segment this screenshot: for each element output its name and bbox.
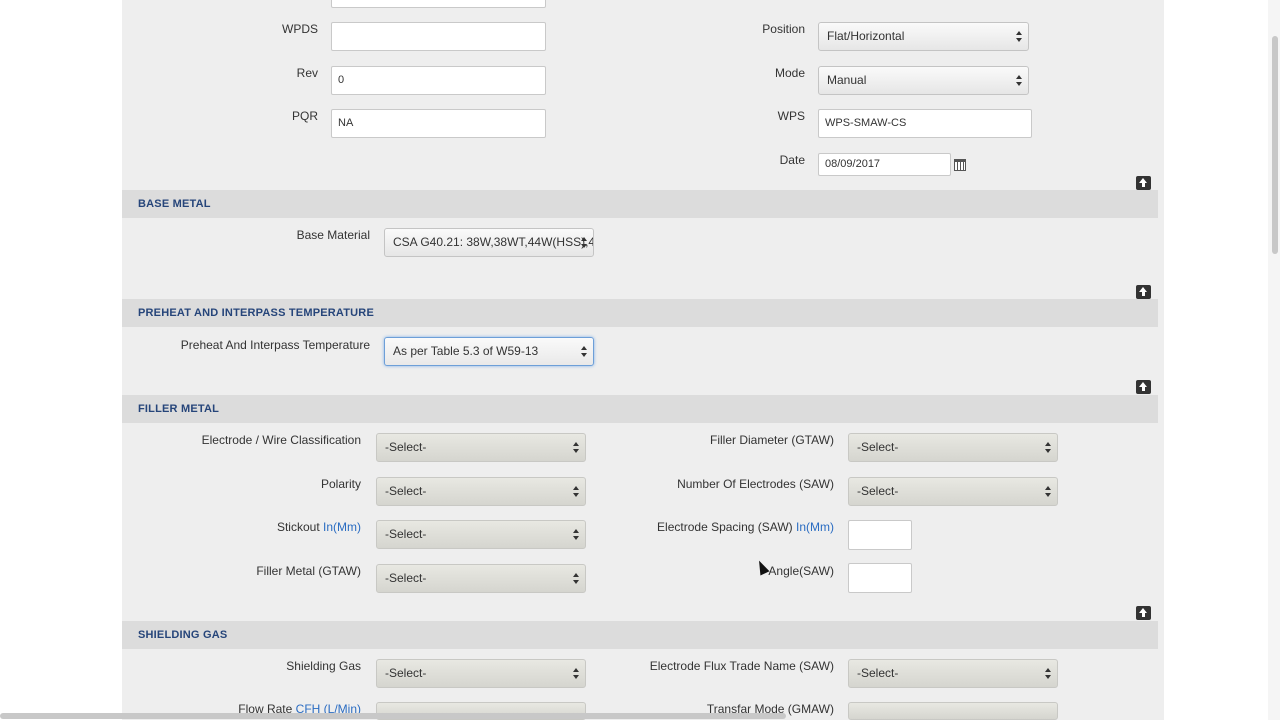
vertical-scroll-thumb[interactable] xyxy=(1272,36,1278,254)
select-arrows-icon xyxy=(1016,31,1022,43)
arrow-up-icon[interactable] xyxy=(1136,285,1151,299)
select-arrows-icon xyxy=(1045,442,1051,454)
mode-select[interactable]: Manual xyxy=(818,66,1029,95)
select-arrows-icon xyxy=(573,529,579,541)
page: WPDS Rev 0 PQR NA Position Flat/Horizont… xyxy=(0,0,1280,720)
filler-gtaw-label: Filler Metal (GTAW) xyxy=(256,564,361,578)
horizontal-scroll-thumb[interactable] xyxy=(0,713,786,719)
shielding-gas-select[interactable]: -Select- xyxy=(376,659,586,688)
num-electrodes-value: -Select- xyxy=(857,484,899,498)
num-electrodes-label: Number Of Electrodes (SAW) xyxy=(677,477,834,491)
shielding-gas-value: -Select- xyxy=(385,666,427,680)
transfer-mode-select[interactable] xyxy=(848,702,1058,720)
wpds-label: WPDS xyxy=(282,22,318,36)
section-shielding-gas: SHIELDING GAS xyxy=(122,621,1158,649)
angle-input[interactable] xyxy=(848,563,912,593)
base-material-select[interactable]: CSA G40.21: 38W,38WT,44W(HSS),44 xyxy=(384,228,594,257)
panel-edge xyxy=(1158,0,1164,720)
flux-value: -Select- xyxy=(857,666,899,680)
select-arrows-icon xyxy=(573,573,579,585)
notes-textarea[interactable] xyxy=(331,0,546,8)
filler-diameter-select[interactable]: -Select- xyxy=(848,433,1058,462)
rev-label: Rev xyxy=(296,66,318,80)
section-title: BASE METAL xyxy=(138,198,211,210)
arrow-up-icon[interactable] xyxy=(1136,380,1151,394)
preheat-select[interactable]: As per Table 5.3 of W59-13 xyxy=(384,337,594,366)
select-arrows-icon xyxy=(581,346,587,358)
select-arrows-icon xyxy=(573,668,579,680)
base-material-label: Base Material xyxy=(296,228,370,242)
position-value: Flat/Horizontal xyxy=(827,29,905,43)
section-filler-metal: FILLER METAL xyxy=(122,395,1158,423)
form-panel xyxy=(122,0,1158,720)
filler-diameter-value: -Select- xyxy=(857,440,899,454)
preheat-label: Preheat And Interpass Temperature xyxy=(180,338,370,352)
filler-diameter-label: Filler Diameter (GTAW) xyxy=(710,433,834,447)
flux-select[interactable]: -Select- xyxy=(848,659,1058,688)
section-title: FILLER METAL xyxy=(138,403,220,415)
electrode-select[interactable]: -Select- xyxy=(376,433,586,462)
electrode-spacing-label: Electrode Spacing (SAW) In(Mm) xyxy=(657,520,834,534)
section-title: PREHEAT AND INTERPASS TEMPERATURE xyxy=(138,307,374,319)
section-preheat: PREHEAT AND INTERPASS TEMPERATURE xyxy=(122,299,1158,327)
electrode-value: -Select- xyxy=(385,440,427,454)
arrow-up-icon[interactable] xyxy=(1136,176,1151,190)
date-input[interactable]: 08/09/2017 xyxy=(818,153,951,176)
select-arrows-icon xyxy=(1045,486,1051,498)
select-arrows-icon xyxy=(1045,668,1051,680)
electrode-spacing-label-text: Electrode Spacing (SAW) xyxy=(657,520,793,534)
polarity-value: -Select- xyxy=(385,484,427,498)
arrow-up-icon[interactable] xyxy=(1136,606,1151,620)
select-arrows-icon xyxy=(581,237,587,249)
calendar-icon[interactable] xyxy=(954,159,966,171)
filler-gtaw-select[interactable]: -Select- xyxy=(376,564,586,593)
filler-gtaw-value: -Select- xyxy=(385,571,427,585)
base-material-value: CSA G40.21: 38W,38WT,44W(HSS),44 xyxy=(393,235,594,249)
polarity-label: Polarity xyxy=(320,477,361,491)
section-base-metal: BASE METAL xyxy=(122,190,1158,218)
stickout-label-text: Stickout xyxy=(276,520,320,534)
pqr-label: PQR xyxy=(291,109,318,123)
rev-input[interactable]: 0 xyxy=(331,66,546,95)
electrode-label: Electrode / Wire Classification xyxy=(201,433,361,447)
angle-label: Angle(SAW) xyxy=(768,564,834,578)
mode-label: Mode xyxy=(774,66,805,80)
flux-label: Electrode Flux Trade Name (SAW) xyxy=(649,659,834,673)
position-select[interactable]: Flat/Horizontal xyxy=(818,22,1029,51)
mode-value: Manual xyxy=(827,73,867,87)
wpds-input[interactable] xyxy=(331,22,546,51)
num-electrodes-select[interactable]: -Select- xyxy=(848,477,1058,506)
shielding-gas-label: Shielding Gas xyxy=(286,659,361,673)
select-arrows-icon xyxy=(1016,75,1022,87)
section-title: SHIELDING GAS xyxy=(138,629,228,641)
select-arrows-icon xyxy=(573,442,579,454)
date-label: Date xyxy=(779,153,805,167)
wps-label: WPS xyxy=(777,109,805,123)
position-label: Position xyxy=(762,22,805,36)
stickout-unit-link[interactable]: In(Mm) xyxy=(323,520,361,534)
preheat-value: As per Table 5.3 of W59-13 xyxy=(393,344,539,358)
stickout-value: -Select- xyxy=(385,527,427,541)
stickout-select[interactable]: -Select- xyxy=(376,520,586,549)
electrode-spacing-input[interactable] xyxy=(848,520,912,550)
wps-input[interactable]: WPS-SMAW-CS xyxy=(818,109,1032,138)
stickout-label: Stickout In(Mm) xyxy=(277,520,361,534)
electrode-spacing-unit-link[interactable]: In(Mm) xyxy=(796,520,834,534)
select-arrows-icon xyxy=(573,486,579,498)
pqr-input[interactable]: NA xyxy=(331,109,546,138)
polarity-select[interactable]: -Select- xyxy=(376,477,586,506)
